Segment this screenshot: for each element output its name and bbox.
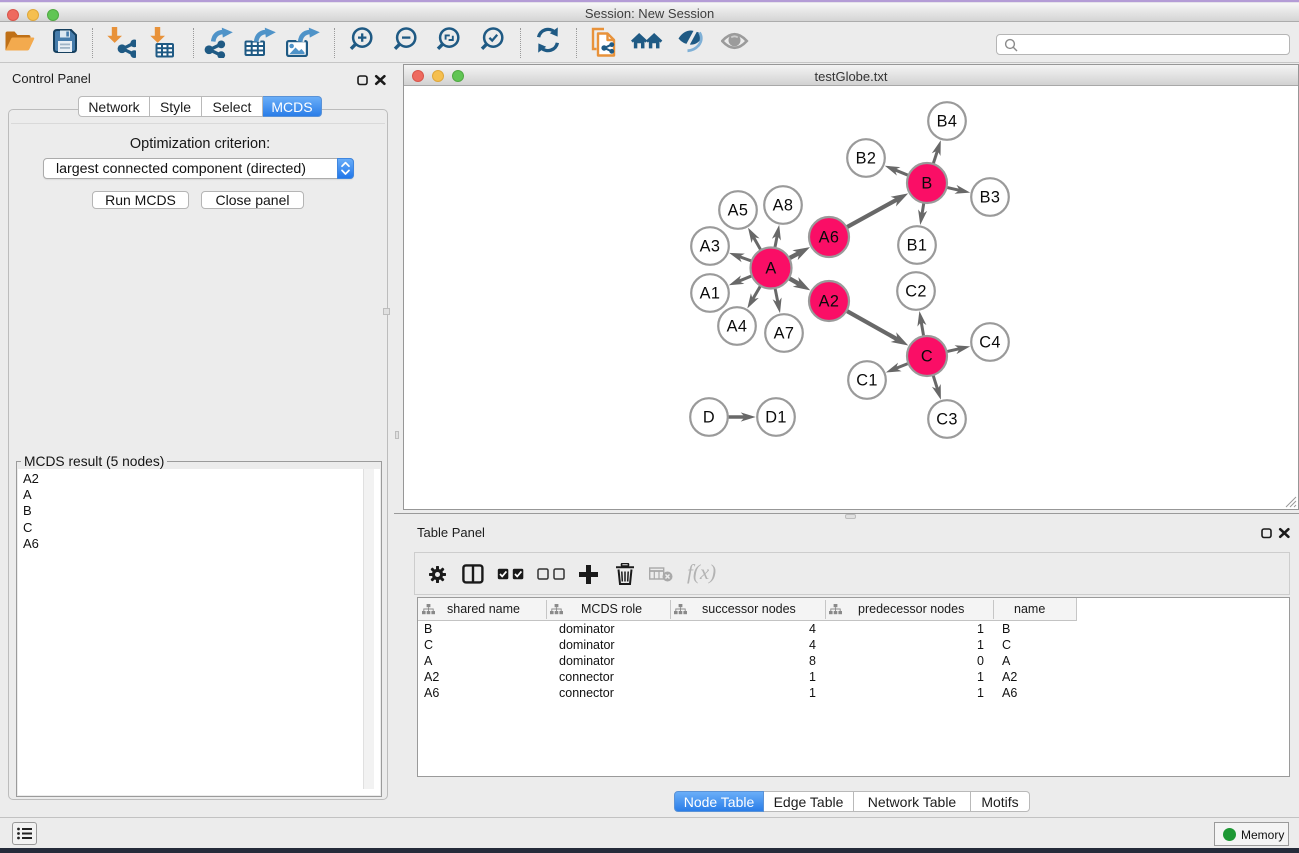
svg-text:C4: C4 xyxy=(979,334,1001,352)
svg-text:A5: A5 xyxy=(728,202,749,220)
svg-text:C1: C1 xyxy=(856,372,878,390)
svg-text:A1: A1 xyxy=(700,285,721,303)
svg-text:A2: A2 xyxy=(819,293,840,311)
svg-text:B2: B2 xyxy=(856,150,877,168)
svg-text:A8: A8 xyxy=(773,197,794,215)
svg-text:A: A xyxy=(765,260,776,278)
svg-text:B4: B4 xyxy=(937,113,958,131)
svg-text:A4: A4 xyxy=(727,318,748,336)
svg-text:A6: A6 xyxy=(819,229,840,247)
svg-text:B1: B1 xyxy=(907,237,928,255)
svg-text:C2: C2 xyxy=(905,283,927,301)
svg-text:A3: A3 xyxy=(700,238,721,256)
svg-text:D1: D1 xyxy=(765,409,787,427)
svg-text:D: D xyxy=(703,409,715,427)
svg-text:C: C xyxy=(921,348,933,366)
svg-text:B3: B3 xyxy=(980,189,1001,207)
svg-text:A7: A7 xyxy=(774,325,795,343)
svg-text:B: B xyxy=(921,175,932,193)
svg-text:C3: C3 xyxy=(936,411,958,429)
